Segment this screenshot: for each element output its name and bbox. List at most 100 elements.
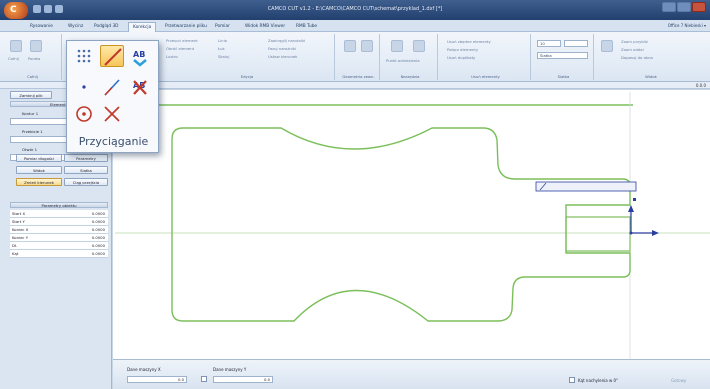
point-icon: [82, 85, 86, 89]
ribbon-item[interactable]: Obróć element: [166, 46, 194, 51]
ribbon-group-edit: Przesuń element Obróć element Lustro Lin…: [160, 34, 335, 80]
grid-mode-combo[interactable]: Siatka: [537, 52, 588, 59]
machine-y-field[interactable]: 0.0: [213, 376, 273, 383]
ribbon-item[interactable]: Linia: [218, 38, 227, 43]
close-file-button[interactable]: Zamknij plik: [10, 91, 52, 99]
origin-point: [629, 231, 633, 235]
tab-pomiar[interactable]: Pomiar: [215, 22, 230, 32]
ribbon-item[interactable]: Przesuń element: [166, 38, 198, 43]
ribbon-group-remove: Usuń zbędne elementy Połącz elementy Usu…: [441, 34, 531, 80]
close-button[interactable]: [692, 2, 706, 12]
grid-button[interactable]: Siatka: [64, 166, 108, 174]
snap-cross-button[interactable]: [100, 103, 124, 125]
element-label-2[interactable]: Przebicie 1: [22, 129, 43, 134]
ribbon-group-tools: Punkt odniesienia Narzędzia: [383, 34, 438, 80]
undo-big-icon[interactable]: [10, 40, 22, 52]
svg-text:AB: AB: [133, 50, 145, 59]
ribbon-group-undo: Cofnij Ponów Cofnij: [4, 34, 62, 80]
geometry-icon[interactable]: [344, 40, 356, 52]
snap-popup: AB AB Przyciąganie: [66, 40, 159, 153]
tab-korekcja[interactable]: Korekcja: [128, 22, 157, 32]
ribbon-item[interactable]: Ustaw kierunek: [268, 54, 297, 59]
drawing-canvas[interactable]: [113, 89, 710, 360]
coordinate-readout: 0.0.0: [695, 83, 706, 88]
maximize-button[interactable]: [677, 2, 691, 12]
snap-popup-title: Przyciąganie: [78, 135, 149, 148]
ribbon-item[interactable]: Skaluj: [218, 54, 229, 59]
table-row[interactable]: Kąt 0.0000: [10, 250, 108, 258]
snap-grid-button[interactable]: [72, 45, 96, 67]
drawing-svg: [115, 92, 710, 360]
machine-x-field[interactable]: 0.0: [127, 376, 187, 383]
angle-checkbox[interactable]: [569, 377, 575, 383]
style-selector[interactable]: Office 7 Niebieski ▾: [668, 23, 706, 28]
snap-center-button[interactable]: [72, 103, 96, 125]
ribbon-item[interactable]: Cofnij: [8, 56, 19, 61]
ribbon-item[interactable]: Zaokrąglij narożniki: [268, 38, 305, 43]
table-row[interactable]: Dł. 0.0000: [10, 242, 108, 250]
ribbon-group-label: Edycja: [240, 74, 254, 79]
snap-intersection-button[interactable]: AB: [128, 76, 152, 98]
ribbon-item[interactable]: Ponów: [28, 56, 40, 61]
origin-y-arrow-icon: [628, 205, 634, 212]
selection-box[interactable]: [535, 181, 637, 192]
minimize-button[interactable]: [662, 2, 676, 12]
snap-point-button[interactable]: [72, 76, 96, 98]
ribbon-group-label: Usuń elementy: [471, 74, 500, 79]
table-row[interactable]: Start X 0.0000: [10, 210, 108, 218]
grid-points-icon: [77, 49, 91, 63]
cross-icon: [104, 106, 120, 122]
ribbon-item[interactable]: Zoom oddal: [621, 47, 644, 52]
line-end-icon: [104, 48, 122, 66]
tab-widok[interactable]: Widok RMB Viewer: [245, 22, 285, 32]
tools-alt-icon[interactable]: [413, 40, 425, 52]
part-slot[interactable]: [565, 216, 631, 252]
snap-midpoint-button[interactable]: [100, 76, 124, 98]
zoom-icon[interactable]: [601, 40, 613, 52]
intersection-icon: AB: [133, 80, 147, 95]
grid-size-combo[interactable]: 10: [537, 40, 561, 47]
element-label-1[interactable]: Kontur 1: [22, 111, 38, 116]
measure-length-button[interactable]: Pomiar długości: [16, 154, 62, 162]
ribbon-item[interactable]: Fazuj narożniki: [268, 46, 296, 51]
tab-przetwarzanie[interactable]: Przetwarzanie pliku: [165, 22, 207, 32]
tab-podglad[interactable]: Podgląd 3D: [94, 22, 119, 32]
ribbon-item[interactable]: Usuń duplikaty: [447, 55, 475, 60]
part-contour[interactable]: [171, 127, 631, 322]
ribbon-item[interactable]: Łuk: [218, 46, 225, 51]
change-direction-button[interactable]: Zmień kierunek: [16, 178, 62, 186]
origin-x-arrow-icon: [652, 230, 659, 236]
ribbon-item[interactable]: Zoom przybliż: [621, 39, 648, 44]
view-button[interactable]: Widok: [16, 166, 62, 174]
ribbon-group-geometry: Geometria zewn.: [338, 34, 380, 80]
ribbon-item[interactable]: Dopasuj do okna: [621, 55, 653, 60]
ribbon-item[interactable]: Lustro: [166, 54, 178, 59]
table-row[interactable]: Koniec X 0.0000: [10, 226, 108, 234]
snap-tangent-button[interactable]: AB: [128, 45, 152, 67]
snap-endpoint-button[interactable]: [100, 45, 124, 67]
ribbon-group-view: Zoom przybliż Zoom oddal Dopasuj do okna…: [597, 34, 705, 80]
table-row[interactable]: Koniec Y 0.0000: [10, 234, 108, 242]
angle-checkbox-label: Kąt nachylenia w 0°: [578, 378, 619, 383]
element-label-3[interactable]: Otwór 1: [22, 147, 37, 152]
axis-marker: [633, 198, 636, 201]
tools-icon[interactable]: [391, 40, 403, 52]
properties-header: Parametry obiektu: [10, 202, 108, 208]
properties-table: Start X 0.0000 Start Y 0.0000 Koniec X 0.00…: [10, 210, 108, 258]
ribbon-group-label: Siatka: [557, 74, 570, 79]
tab-rysowanie[interactable]: Rysowanie: [30, 22, 53, 32]
grid-step-combo[interactable]: [564, 40, 588, 47]
tab-rmb-tube[interactable]: RMB Tube: [296, 22, 317, 32]
table-row[interactable]: Start Y 0.0000: [10, 218, 108, 226]
geometry-alt-icon[interactable]: [361, 40, 373, 52]
ribbon-item[interactable]: Połącz elementy: [447, 47, 478, 52]
ribbon-item[interactable]: Punkt odniesienia: [386, 58, 420, 63]
ribbon-tab-bar: Rysowanie Wycinz Podgląd 3D Korekcja Prz…: [0, 20, 710, 32]
window-title: CAMCO CUT v1.2 - E:\CAMCO\CAMCO CUT\sche…: [267, 6, 443, 12]
ribbon-item[interactable]: Usuń zbędne elementy: [447, 39, 491, 44]
parameters-button[interactable]: Parametry: [64, 154, 108, 162]
path-sequence-button[interactable]: Ciąg przejścia: [64, 178, 108, 186]
redo-big-icon[interactable]: [30, 40, 42, 52]
machine-x-checkbox[interactable]: [201, 376, 207, 382]
tab-wycinz[interactable]: Wycinz: [68, 22, 83, 32]
